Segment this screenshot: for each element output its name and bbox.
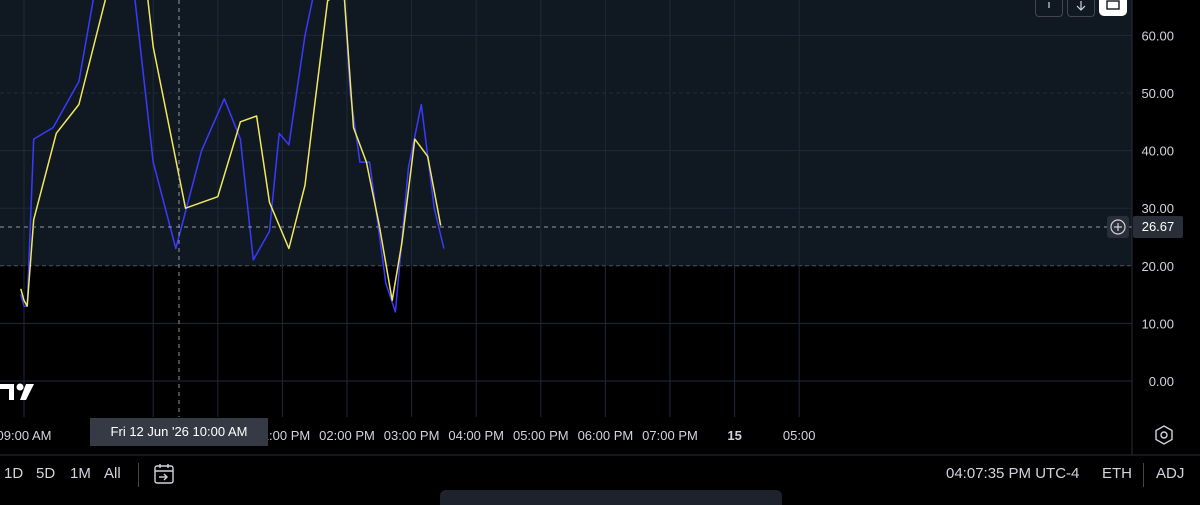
- tradingview-logo-icon: [0, 381, 40, 403]
- x-tick-label: 02:00 PM: [319, 428, 375, 443]
- x-tick-label: 05:00 PM: [513, 428, 569, 443]
- y-tick-label: 0.00: [1149, 374, 1174, 389]
- reset-chart-button[interactable]: [1099, 0, 1127, 16]
- calendar-arrow-icon: [154, 464, 174, 484]
- x-tick-label: 15: [727, 428, 741, 443]
- x-tick-label: 04:00 PM: [448, 428, 504, 443]
- crosshair-price-label: 26.67: [1133, 216, 1183, 238]
- divider: [1143, 463, 1144, 487]
- axis-settings-button[interactable]: [1153, 424, 1175, 446]
- scroll-down-button[interactable]: [1067, 0, 1095, 17]
- x-tick-label: 07:00 PM: [642, 428, 698, 443]
- reset-icon: [1106, 0, 1120, 10]
- y-tick-label: 60.00: [1141, 28, 1174, 43]
- y-tick-label: 20.00: [1141, 259, 1174, 274]
- adjust-button[interactable]: ADJ: [1156, 465, 1184, 482]
- range-1m-button[interactable]: 1M: [70, 465, 91, 482]
- y-tick-label: 30.00: [1141, 201, 1174, 216]
- y-tick-label: 10.00: [1141, 316, 1174, 331]
- arrow-down-icon: [1076, 1, 1086, 11]
- y-tick-label: 40.00: [1141, 144, 1174, 159]
- divider: [138, 463, 139, 487]
- drawing-toolbar[interactable]: [440, 490, 782, 505]
- range-all-button[interactable]: All: [104, 465, 121, 482]
- bottom-toolbar: 1D 5D 1M All 04:07:35 PM UTC-4 ETH ADJ: [0, 455, 1200, 495]
- x-tick-label: 05:00: [783, 428, 816, 443]
- x-tick-label: 06:00 PM: [578, 428, 634, 443]
- session-button[interactable]: ETH: [1102, 465, 1132, 482]
- clock-timezone[interactable]: 04:07:35 PM UTC-4: [946, 465, 1079, 482]
- range-1d-button[interactable]: 1D: [4, 465, 23, 482]
- x-tick-label: 09:00 AM: [0, 428, 51, 443]
- x-tick-label: 03:00 PM: [384, 428, 440, 443]
- gear-icon: [1155, 425, 1173, 445]
- range-5d-button[interactable]: 5D: [36, 465, 55, 482]
- add-alert-button[interactable]: [1107, 216, 1129, 238]
- scroll-up-button[interactable]: [1035, 0, 1063, 17]
- goto-date-button[interactable]: [152, 462, 176, 490]
- plus-icon: [1110, 219, 1126, 235]
- y-tick-label: 50.00: [1141, 86, 1174, 101]
- arrow-up-icon: [1048, 2, 1050, 8]
- crosshair-time-label: Fri 12 Jun '26 10:00 AM: [90, 418, 268, 446]
